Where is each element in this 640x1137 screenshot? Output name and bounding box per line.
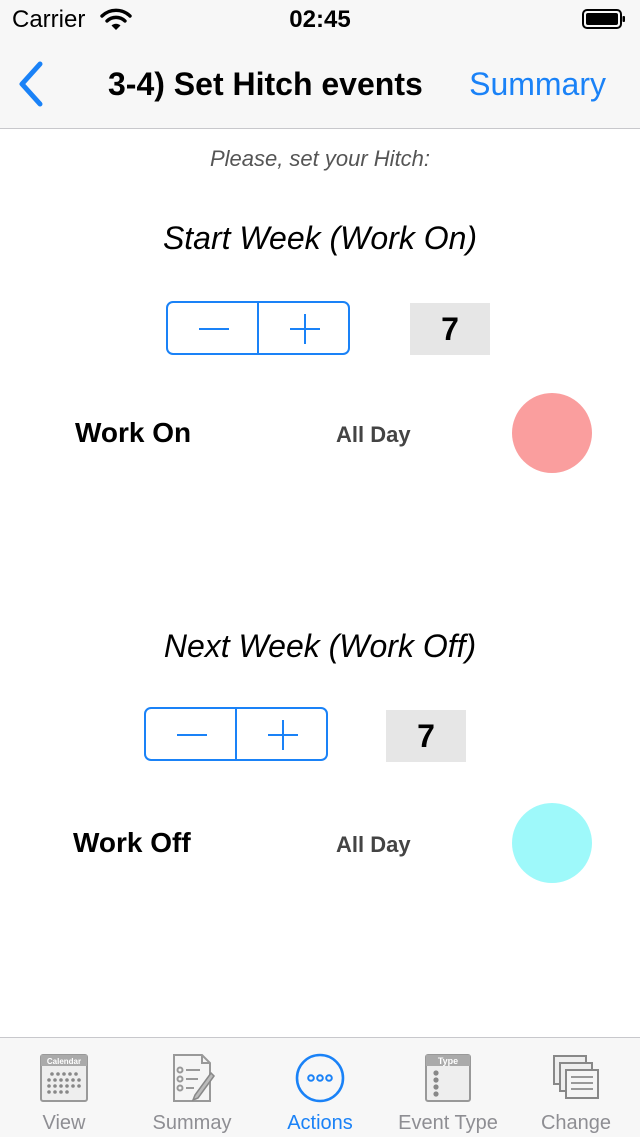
next-week-increment-button[interactable] xyxy=(235,709,326,759)
work-off-label: Work Off xyxy=(73,827,191,858)
start-week-title: Start Week (Work On) xyxy=(162,220,478,256)
tab-summay[interactable]: Summay xyxy=(128,1038,256,1137)
next-week-title: Next Week (Work Off) xyxy=(163,628,477,664)
work-on-color-swatch[interactable] xyxy=(512,393,592,473)
event-type-icon-text: Type xyxy=(438,1056,458,1066)
work-off-color-swatch[interactable] xyxy=(512,803,592,883)
event-type-icon: Type xyxy=(425,1054,471,1102)
calendar-icon-text: Calendar xyxy=(47,1057,81,1066)
next-week-decrement-button[interactable] xyxy=(146,709,235,759)
tab-change-label: Change xyxy=(540,1112,612,1134)
tab-change[interactable]: Change xyxy=(512,1038,640,1137)
back-button[interactable] xyxy=(12,58,52,110)
start-week-increment-button[interactable] xyxy=(257,303,348,353)
checklist-icon xyxy=(173,1054,215,1102)
start-week-value: 7 xyxy=(410,303,490,355)
navigation-bar: 3-4) Set Hitch events Summary xyxy=(0,40,640,129)
battery-icon xyxy=(582,9,625,29)
tab-event-type[interactable]: Type Event Type xyxy=(384,1038,512,1137)
start-week-decrement-button[interactable] xyxy=(168,303,257,353)
chevron-left-icon xyxy=(19,61,43,107)
work-on-time-label: All Day xyxy=(336,422,411,447)
tab-actions[interactable]: Actions xyxy=(256,1038,384,1137)
tab-event-type-label: Event Type xyxy=(398,1112,498,1134)
next-week-value: 7 xyxy=(386,710,466,762)
instruction-text: Please, set your Hitch: xyxy=(209,146,431,171)
calendar-icon: Calendar xyxy=(40,1054,88,1102)
minus-icon xyxy=(199,328,229,330)
tab-actions-label: Actions xyxy=(287,1112,353,1134)
work-off-time-label: All Day xyxy=(336,832,411,857)
work-on-label: Work On xyxy=(75,417,192,448)
next-week-stepper[interactable] xyxy=(144,707,328,761)
tab-summay-label: Summay xyxy=(152,1112,232,1134)
minus-icon xyxy=(177,734,207,736)
page-title: 3-4) Set Hitch events xyxy=(108,66,423,102)
tab-bar: Calendar View Summay Actions Type Event … xyxy=(0,1037,640,1137)
status-bar: Carrier 02:45 xyxy=(0,0,640,40)
summary-button[interactable]: Summary xyxy=(469,66,606,103)
tab-view[interactable]: Calendar View xyxy=(0,1038,128,1137)
tab-view-label: View xyxy=(42,1112,86,1134)
documents-icon xyxy=(553,1055,599,1099)
start-week-stepper[interactable] xyxy=(166,301,350,355)
ellipsis-circle-icon xyxy=(295,1053,345,1103)
status-time: 02:45 xyxy=(289,6,351,33)
